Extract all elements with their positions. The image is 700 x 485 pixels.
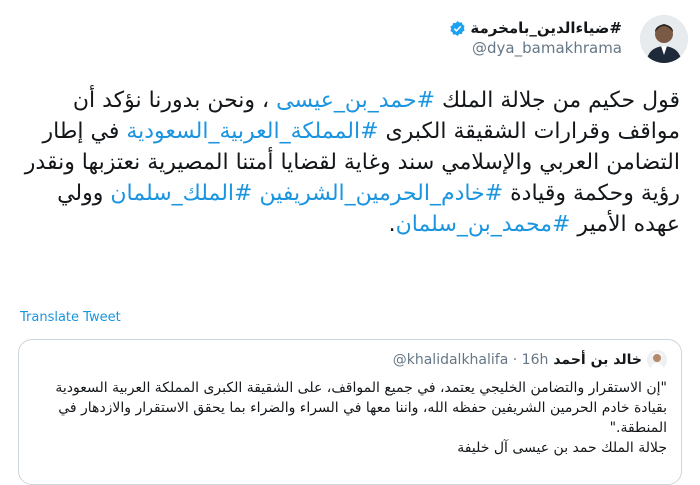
tweet-text-segment: قول حكيم من جلالة الملك [435,88,680,113]
author-name[interactable]: #ضياءالدين_بامخرمة [470,18,622,38]
quoted-avatar[interactable] [647,350,667,370]
tweet-text: قول حكيم من جلالة الملك #حمد_بن_عيسى ، و… [20,85,680,240]
quoted-time[interactable]: 16h [522,352,549,368]
quoted-signature: جلالة الملك حمد بن عيسى آل خليفة [457,440,667,456]
quoted-author-name[interactable]: خالد بن أحمد [553,352,642,368]
quoted-separator: · [512,352,518,368]
hashtag-link[interactable]: #المملكة_العربية_السعودية [126,119,378,144]
quoted-tweet[interactable]: خالد بن أحمد @khalidalkhalifa · 16h "إن … [18,339,682,485]
tweet-author: #ضياءالدين_بامخرمة @dya_bamakhrama [449,18,622,58]
translate-tweet-link[interactable]: Translate Tweet [20,309,121,327]
author-handle[interactable]: @dya_bamakhrama [449,38,622,58]
hashtag-link[interactable]: #خادم_الحرمين_الشريفين [259,181,503,206]
quoted-quote-body: "إن الاستقرار والتضامن الخليجي يعتمد، في… [55,380,667,436]
quoted-tweet-header: خالد بن أحمد @khalidalkhalifa · 16h [393,350,667,370]
hashtag-link[interactable]: #الملك_سلمان [110,181,252,206]
quoted-author-handle: @khalidalkhalifa · 16h [393,352,549,368]
author-name-link[interactable]: #ضياءالدين_بامخرمة [449,18,622,38]
hashtag-link[interactable]: #حمد_بن_عيسى [276,88,435,113]
avatar[interactable] [640,15,688,63]
tweet-text-segment: . [388,212,396,237]
hashtag-link[interactable]: #محمد_بن_سلمان [396,212,571,237]
verified-badge-icon [449,20,466,37]
quoted-handle-text: @khalidalkhalifa [392,352,509,368]
quoted-tweet-text: "إن الاستقرار والتضامن الخليجي يعتمد، في… [31,378,667,458]
